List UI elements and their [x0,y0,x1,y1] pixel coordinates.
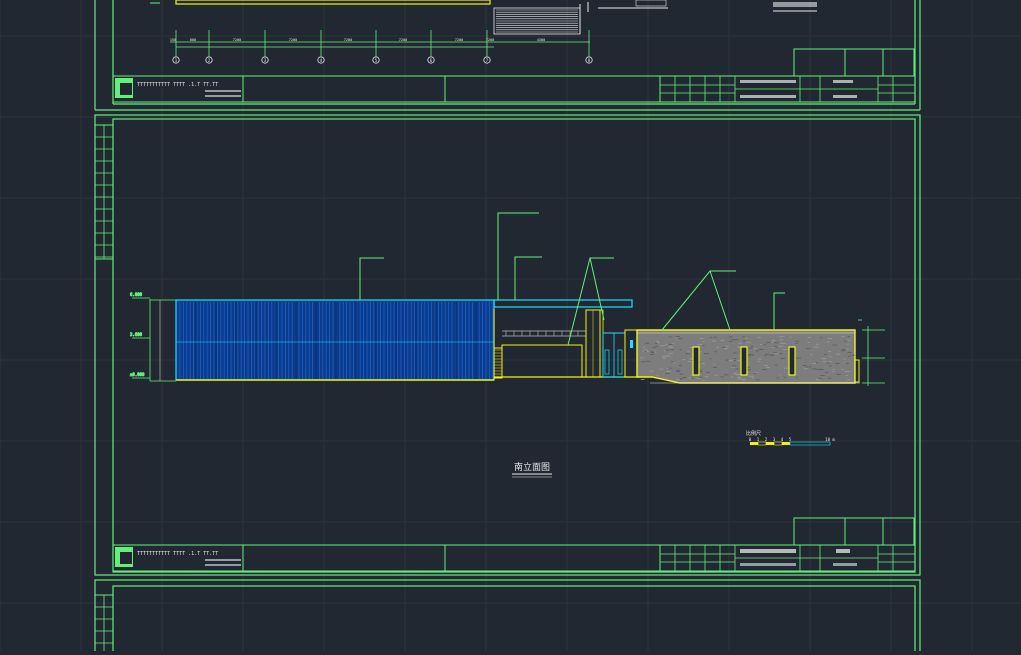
dimension-label: 7200 [233,38,241,42]
scale-bar: 比例尺 0 1 2 3 4 5 10 m [746,430,835,446]
recessed-wall [501,344,583,378]
dimension-label: 7200 [486,38,494,42]
axis-mark: 6 [430,58,433,63]
slot-window [788,346,796,376]
axis-mark: 5 [375,58,378,63]
dimension-label: 150 [170,38,176,42]
scale-bar-label: 比例尺 [746,430,761,437]
dimension-label: 7200 [344,38,352,42]
axis-mark: 8 [588,58,591,63]
dimension-chain: 1 2 3 4 5 6 7 8 150 600 7200 7200 7200 7200 7200 7200 43… [170,30,593,64]
level-label: 3.600 [130,332,143,337]
scale-tick-label: 10 m [825,437,835,442]
axis-mark: 4 [320,58,323,63]
level-label: 6.000 [130,292,143,297]
slot-window [692,346,700,376]
dimension-label: 7200 [455,38,463,42]
drawing-canvas[interactable]: 1 2 3 4 5 6 7 8 150 600 7200 7200 7200 7200 7200 7200 43… [0,0,1021,655]
stair-hatch [496,9,578,33]
bottom-sheet [94,579,921,655]
dimension-label: 600 [190,38,196,42]
top-sheet: 1 2 3 4 5 6 7 8 150 600 7200 7200 7200 7200 7200 7200 43… [94,0,921,111]
level-marks-left: 6.000 3.600 ±0.000 [130,292,176,382]
axis-mark: 2 [208,58,211,63]
drawing-title: 南立面图 [514,461,550,473]
cad-viewport[interactable]: 1 2 3 4 5 6 7 8 150 600 7200 7200 7200 7200 7200 7200 43… [0,0,1021,655]
hatched-column [493,347,503,379]
axis-mark: 3 [264,58,267,63]
axis-mark: 1 [175,58,178,63]
level-label: ±0.000 [130,372,145,377]
glass-curtain-wall [175,299,495,381]
roof-canopy [493,299,633,308]
dimension-label: 7200 [289,38,297,42]
axis-mark: 7 [486,58,489,63]
main-sheet: 6.000 3.600 ±0.000 比例尺 0 1 2 3 4 5 10 m … [94,114,921,576]
level-marks-right [858,319,885,386]
dimension-label: 7200 [399,38,407,42]
dimension-label: 4300 [537,38,545,42]
slot-window [740,346,748,376]
title-block-text: TTTTTTTTTTT TTTT .1.T TT.TT [137,551,218,557]
title-block-text: TTTTTTTTTTT TTTT .1.T TT.TT [137,82,218,88]
